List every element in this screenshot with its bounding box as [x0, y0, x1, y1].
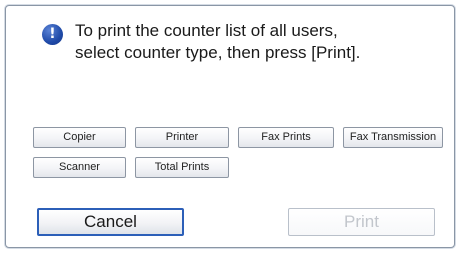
- copier-button[interactable]: Copier: [33, 127, 126, 148]
- message-line-1: To print the counter list of all users,: [75, 21, 338, 40]
- message-line-2: select counter type, then press [Print].: [75, 43, 361, 62]
- scanner-button[interactable]: Scanner: [33, 157, 126, 178]
- message-text: To print the counter list of all users, …: [75, 20, 360, 64]
- printer-button[interactable]: Printer: [135, 127, 229, 148]
- cancel-button[interactable]: Cancel: [37, 208, 184, 236]
- fax-prints-button[interactable]: Fax Prints: [238, 127, 334, 148]
- print-button[interactable]: Print: [288, 208, 435, 236]
- fax-transmission-button[interactable]: Fax Transmission: [343, 127, 443, 148]
- info-icon: !: [42, 24, 63, 45]
- dialog-message: ! To print the counter list of all users…: [42, 20, 360, 64]
- counter-list-dialog: ! To print the counter list of all users…: [5, 5, 455, 248]
- total-prints-button[interactable]: Total Prints: [135, 157, 229, 178]
